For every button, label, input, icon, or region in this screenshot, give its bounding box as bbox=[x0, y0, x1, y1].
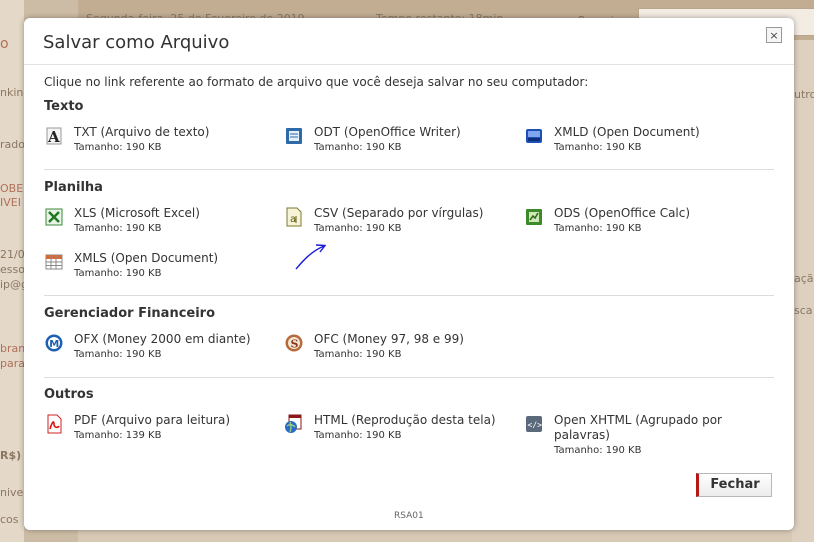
spreadsheet-grid-icon bbox=[44, 252, 64, 272]
money-icon: M bbox=[44, 333, 64, 353]
file-size: Tamanho: 190 KB bbox=[554, 445, 642, 456]
background-fragment: ip@g bbox=[0, 278, 24, 291]
svg-text:M: M bbox=[49, 339, 59, 350]
svg-text:</>: </> bbox=[528, 421, 543, 430]
close-button[interactable]: Fechar bbox=[696, 473, 772, 497]
background-fragment: 21/0 bbox=[0, 248, 24, 261]
save-as-file-dialog: Salvar como Arquivo × Clique no link ref… bbox=[24, 18, 794, 530]
file-size: Tamanho: 190 KB bbox=[554, 142, 642, 153]
ods-icon bbox=[524, 207, 544, 227]
background-fragment: esso bbox=[0, 263, 24, 276]
file-size: Tamanho: 190 KB bbox=[74, 223, 162, 234]
odt-icon bbox=[284, 126, 304, 146]
file-size: Tamanho: 190 KB bbox=[554, 223, 642, 234]
file-option-label[interactable]: XMLS (Open Document) bbox=[74, 251, 218, 266]
file-size: Tamanho: 190 KB bbox=[314, 349, 402, 360]
background-fragment: sca D bbox=[794, 304, 814, 317]
annotation-arrow-icon bbox=[295, 244, 327, 270]
svg-text:S: S bbox=[291, 338, 299, 351]
xhtml-code-icon: </> bbox=[524, 414, 544, 434]
background-fragment: IVEI bbox=[0, 196, 21, 209]
file-size: Tamanho: 139 KB bbox=[74, 430, 162, 441]
background-fragment: brano bbox=[0, 342, 24, 355]
file-size: Tamanho: 190 KB bbox=[314, 142, 402, 153]
section-title-outros: Outros bbox=[44, 387, 94, 402]
section-title-texto: Texto bbox=[44, 99, 84, 114]
file-option-label[interactable]: OFX (Money 2000 em diante) bbox=[74, 332, 251, 347]
background-right-panel bbox=[792, 40, 814, 542]
background-fragment: para bbox=[0, 357, 24, 370]
file-option-label[interactable]: XLS (Microsoft Excel) bbox=[74, 206, 200, 221]
txt-icon: A bbox=[44, 126, 64, 146]
section-title-gerenciador-financeiro: Gerenciador Financeiro bbox=[44, 306, 216, 321]
file-option-label[interactable]: HTML (Reprodução desta tela) bbox=[314, 413, 496, 428]
section-title-planilha: Planilha bbox=[44, 180, 103, 195]
section-divider bbox=[44, 169, 774, 170]
dialog-instructions: Clique no link referente ao formato de a… bbox=[44, 75, 589, 89]
background-fragment: rado bbox=[0, 138, 24, 151]
background-fragment: nkin bbox=[0, 86, 24, 99]
file-option-label[interactable]: TXT (Arquivo de texto) bbox=[74, 125, 209, 140]
background-fragment: R$) bbox=[0, 449, 22, 462]
excel-icon bbox=[44, 207, 64, 227]
file-option-label[interactable]: OFC (Money 97, 98 e 99) bbox=[314, 332, 464, 347]
section-divider bbox=[44, 377, 774, 378]
background-fragment: ação bbox=[794, 272, 814, 285]
pdf-icon bbox=[44, 414, 64, 434]
svg-text:A: A bbox=[47, 128, 60, 146]
dialog-title: Salvar como Arquivo bbox=[43, 32, 230, 53]
close-icon[interactable]: × bbox=[766, 27, 782, 43]
background-fragment: OBER bbox=[0, 182, 24, 195]
file-size: Tamanho: 190 KB bbox=[314, 430, 402, 441]
money-classic-icon: S bbox=[284, 333, 304, 353]
background-fragment: o bbox=[0, 36, 9, 52]
svg-text:a: a bbox=[290, 214, 296, 225]
xmld-icon bbox=[524, 126, 544, 146]
file-size: Tamanho: 190 KB bbox=[74, 142, 162, 153]
csv-icon: a bbox=[284, 207, 304, 227]
file-option-label[interactable]: CSV (Separado por vírgulas) bbox=[314, 206, 483, 221]
file-option-label[interactable]: ODS (OpenOffice Calc) bbox=[554, 206, 690, 221]
background-fragment: utro bbox=[794, 88, 814, 101]
background-fragment: cos bbox=[0, 513, 19, 526]
file-option-label[interactable]: Open XHTML (Agrupado por palavras) bbox=[554, 413, 729, 443]
html-icon bbox=[284, 414, 304, 434]
file-size: Tamanho: 190 KB bbox=[314, 223, 402, 234]
screen-code: RSA01 bbox=[394, 511, 424, 521]
background-fragment: nive bbox=[0, 486, 24, 499]
file-size: Tamanho: 190 KB bbox=[74, 349, 162, 360]
file-option-label[interactable]: XMLD (Open Document) bbox=[554, 125, 700, 140]
file-option-label[interactable]: PDF (Arquivo para leitura) bbox=[74, 413, 230, 428]
title-divider bbox=[24, 64, 794, 65]
section-divider bbox=[44, 295, 774, 296]
file-size: Tamanho: 190 KB bbox=[74, 268, 162, 279]
file-option-label[interactable]: ODT (OpenOffice Writer) bbox=[314, 125, 461, 140]
